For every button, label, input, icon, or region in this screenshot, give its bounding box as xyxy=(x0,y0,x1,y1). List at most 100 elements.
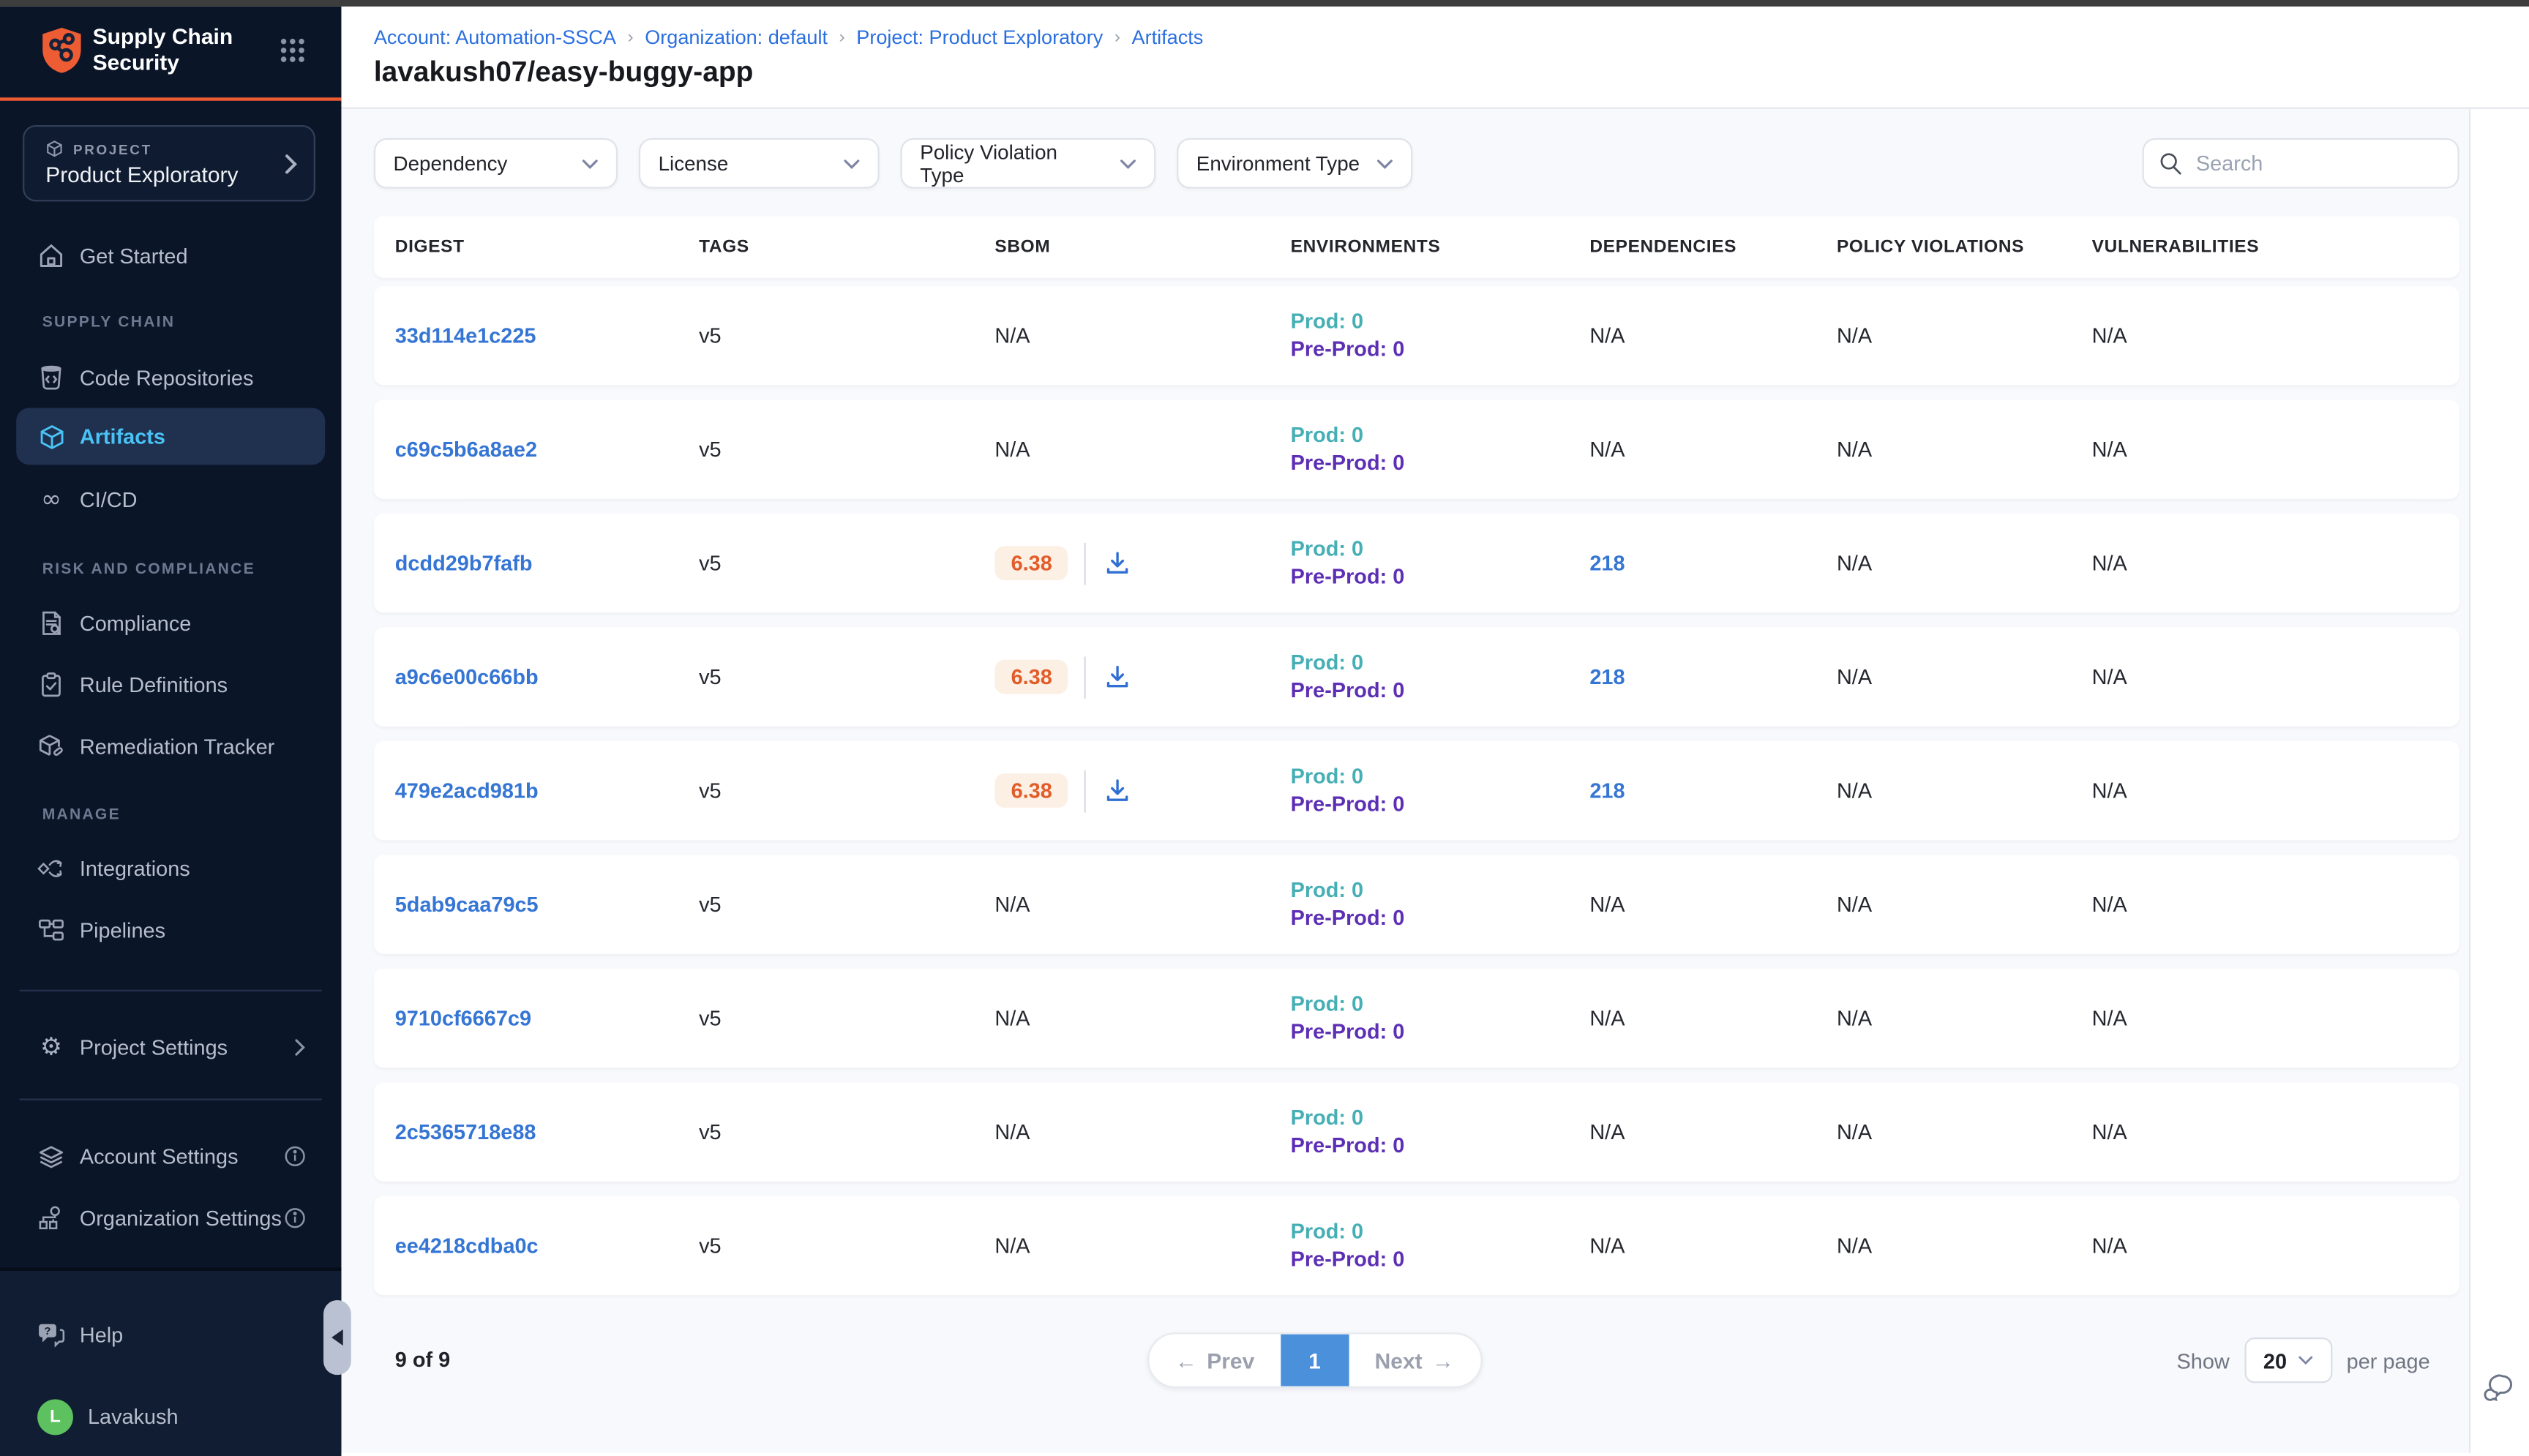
env-preprod-count: Pre-Prod: 0 xyxy=(1291,904,1590,931)
sidebar-item-integrations[interactable]: Integrations xyxy=(16,840,325,897)
sidebar-item-label: Organization Settings xyxy=(80,1206,282,1230)
sbom-score-badge[interactable]: 6.38 xyxy=(994,546,1068,580)
breadcrumb-project-link[interactable]: Project: Product Exploratory xyxy=(856,26,1103,49)
dependencies-value[interactable]: 218 xyxy=(1589,778,1625,803)
search-box xyxy=(2143,138,2459,189)
dependencies-value: N/A xyxy=(1589,1119,1625,1144)
table-rows: 33d114e1c225 v5 N/A Prod: 0 Pre-Prod: 0 … xyxy=(374,286,2459,1310)
policy-violation-type-filter-dropdown[interactable]: Policy Violation Type xyxy=(901,138,1156,189)
sidebar-collapse-handle[interactable] xyxy=(323,1300,351,1375)
env-prod-count: Prod: 0 xyxy=(1291,877,1590,904)
sidebar-item-get-started[interactable]: Get Started xyxy=(16,228,325,285)
sidebar-item-account-settings[interactable]: Account Settings xyxy=(16,1128,325,1185)
breadcrumb-artifacts-link[interactable]: Artifacts xyxy=(1132,26,1204,49)
sidebar-item-label: Rule Definitions xyxy=(80,673,228,697)
info-icon[interactable] xyxy=(285,1146,306,1167)
current-page-button[interactable]: 1 xyxy=(1281,1335,1349,1386)
search-input[interactable] xyxy=(2143,138,2459,189)
right-arrow-icon: → xyxy=(1432,1348,1454,1372)
sbom-download-button[interactable] xyxy=(1103,549,1132,578)
dependencies-cell: N/A xyxy=(1589,323,1837,348)
sbom-score-badge[interactable]: 6.38 xyxy=(994,773,1068,808)
sbom-download-button[interactable] xyxy=(1103,662,1132,691)
environment-type-filter-dropdown[interactable]: Environment Type xyxy=(1177,138,1412,189)
sidebar-item-label: Project Settings xyxy=(80,1035,228,1059)
project-selector[interactable]: PROJECT Product Exploratory xyxy=(23,125,315,201)
tags-cell: v5 xyxy=(699,892,994,916)
compliance-document-icon xyxy=(37,609,65,637)
table-row: 479e2acd981b v5 6.38 Prod: 0 Pre-Prod: 0… xyxy=(374,741,2459,840)
breadcrumb-account-link[interactable]: Account: Automation-SSCA xyxy=(374,26,616,49)
digest-link[interactable]: dcdd29b7fafb xyxy=(395,551,533,575)
app-switcher-icon[interactable] xyxy=(280,37,306,64)
sidebar-item-label: Remediation Tracker xyxy=(80,735,274,759)
sidebar-item-artifacts[interactable]: Artifacts xyxy=(16,408,325,465)
digest-link[interactable]: 9710cf6667c9 xyxy=(395,1006,531,1030)
page-size-control: Show 20 per page xyxy=(2176,1332,2429,1388)
dependencies-value[interactable]: 218 xyxy=(1589,551,1625,575)
digest-link[interactable]: ee4218cdba0c xyxy=(395,1234,539,1258)
digest-link[interactable]: 2c5365718e88 xyxy=(395,1119,536,1144)
sbom-cell: N/A xyxy=(994,438,1290,462)
env-preprod-count: Pre-Prod: 0 xyxy=(1291,677,1590,704)
collapse-left-arrow-icon xyxy=(331,1329,343,1346)
vulnerabilities-cell: N/A xyxy=(2092,1119,2459,1144)
sidebar-section-manage: MANAGE xyxy=(42,806,121,824)
sbom-download-button[interactable] xyxy=(1103,776,1132,806)
sidebar-item-label: Artifacts xyxy=(80,424,165,449)
page-size-select[interactable]: 20 xyxy=(2244,1337,2332,1383)
sidebar-item-rule-definitions[interactable]: Rule Definitions xyxy=(16,656,325,713)
sbom-score-badge[interactable]: 6.38 xyxy=(994,660,1068,694)
env-prod-count: Prod: 0 xyxy=(1291,1219,1590,1246)
policy-violations-cell: N/A xyxy=(1837,1234,2092,1258)
user-name: Lavakush xyxy=(88,1404,179,1428)
info-icon[interactable] xyxy=(285,1207,306,1228)
column-header-sbom: SBOM xyxy=(994,237,1290,257)
browser-top-bar xyxy=(0,0,2529,7)
digest-link[interactable]: 33d114e1c225 xyxy=(395,323,536,348)
sidebar-item-code-repositories[interactable]: Code Repositories xyxy=(16,350,325,407)
dependencies-cell: 218 xyxy=(1589,778,1837,803)
table-row: ee4218cdba0c v5 N/A Prod: 0 Pre-Prod: 0 … xyxy=(374,1196,2459,1295)
brand-logo[interactable]: Supply Chain Security xyxy=(0,7,341,94)
digest-link[interactable]: 5dab9caa79c5 xyxy=(395,892,539,916)
support-chat-icon[interactable] xyxy=(2484,1373,2514,1403)
policy-violations-cell: N/A xyxy=(1837,323,2092,348)
sidebar-item-label: Compliance xyxy=(80,611,191,635)
sidebar-item-cicd[interactable]: ∞ CI/CD xyxy=(16,471,325,528)
dependencies-value[interactable]: 218 xyxy=(1589,664,1625,688)
cicd-infinity-icon: ∞ xyxy=(37,486,65,514)
prev-page-button[interactable]: ← Prev xyxy=(1149,1335,1280,1386)
sidebar-item-remediation-tracker[interactable]: Remediation Tracker xyxy=(16,718,325,776)
breadcrumb-separator: › xyxy=(839,28,845,48)
sidebar-item-help[interactable]: ? Help xyxy=(16,1307,325,1364)
breadcrumb: Account: Automation-SSCA › Organization:… xyxy=(374,26,1203,49)
dependency-filter-dropdown[interactable]: Dependency xyxy=(374,138,618,189)
left-arrow-icon: ← xyxy=(1175,1348,1197,1372)
sidebar-item-compliance[interactable]: Compliance xyxy=(16,595,325,652)
sidebar-item-organization-settings[interactable]: Organization Settings xyxy=(16,1190,325,1247)
user-menu[interactable]: L Lavakush xyxy=(16,1388,325,1445)
sidebar-item-label: Help xyxy=(80,1323,123,1347)
digest-link[interactable]: 479e2acd981b xyxy=(395,778,539,803)
column-header-dependencies: DEPENDENCIES xyxy=(1589,237,1837,257)
sbom-na: N/A xyxy=(994,892,1030,916)
sidebar-bottom-section: ? Help L Lavakush xyxy=(0,1268,341,1456)
digest-link[interactable]: a9c6e00c66bb xyxy=(395,664,539,688)
breadcrumb-organization-link[interactable]: Organization: default xyxy=(645,26,828,49)
dependencies-cell: N/A xyxy=(1589,438,1837,462)
pagination-bar: 9 of 9 ← Prev 1 Next → Show 20 per page xyxy=(374,1332,2459,1388)
table-header-row: DIGEST TAGS SBOM ENVIRONMENTS DEPENDENCI… xyxy=(374,216,2459,277)
sidebar-item-label: Pipelines xyxy=(80,918,165,942)
sidebar-item-pipelines[interactable]: Pipelines xyxy=(16,902,325,959)
sidebar-item-project-settings[interactable]: ⚙ Project Settings xyxy=(16,1019,325,1076)
digest-cell: 479e2acd981b xyxy=(395,778,699,803)
sbom-score-group: 6.38 xyxy=(994,542,1290,585)
environments-cell: Prod: 0 Pre-Prod: 0 xyxy=(1291,991,1590,1045)
pipelines-icon xyxy=(37,917,65,945)
next-page-button[interactable]: Next → xyxy=(1349,1335,1480,1386)
digest-link[interactable]: c69c5b6a8ae2 xyxy=(395,438,537,462)
sidebar-item-label: Get Started xyxy=(80,244,188,268)
policy-violations-cell: N/A xyxy=(1837,551,2092,575)
license-filter-dropdown[interactable]: License xyxy=(639,138,880,189)
